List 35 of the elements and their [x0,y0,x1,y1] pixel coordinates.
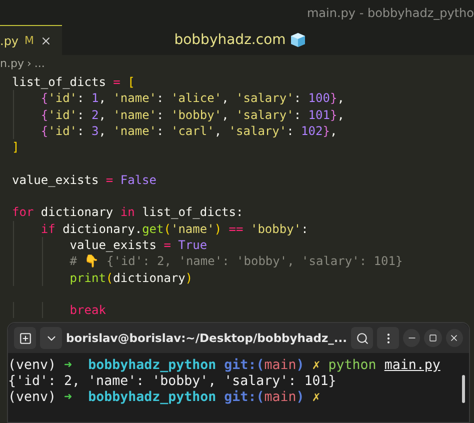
close-icon [449,333,460,343]
search-button[interactable] [351,327,374,349]
code-line: # 👇 {'id': 2, 'name': 'bobby', 'salary': 101} [68,253,403,270]
terminal-line: (venv) ➜ bobbyhadz_python git:(main) ✗ [8,390,320,405]
site-name-label: bobbyhadz.com [174,32,286,48]
breadcrumb-separator: › [26,57,32,70]
scrollbar-thumb[interactable] [462,375,465,403]
dropdown-button[interactable] [40,327,62,349]
code-line: if dictionary.get('name') == 'bobby': [40,220,308,237]
code-line: ] [12,139,20,156]
close-icon[interactable] [40,34,52,46]
breadcrumb-item[interactable]: ... [34,57,45,70]
window-title: main.py - bobbyhadz_pytho [306,6,474,20]
code-line: break [68,302,106,318]
editor-tab[interactable]: .py M [0,25,62,55]
new-tab-button[interactable] [14,327,36,349]
terminal-line: (venv) ➜ bobbyhadz_python git:(main) ✗ python main.py [8,358,440,373]
code-line: {'id': 2, 'name': 'bobby', 'salary': 101}, [40,106,344,123]
close-button[interactable] [446,329,463,347]
maximize-icon [429,334,437,342]
terminal-line: {'id': 2, 'name': 'bobby', 'salary': 101} [8,374,336,389]
ice-cube-icon [290,32,306,48]
search-icon [356,332,369,344]
code-line: list_of_dicts = [ [12,74,135,90]
plus-square-icon [18,332,32,344]
code-line: value_exists = False [12,172,156,188]
code-line: for dictionary in list_of_dicts: [12,204,244,221]
maximize-button[interactable] [424,329,442,347]
menu-button[interactable] [377,327,400,349]
code-line: print(dictionary) [68,270,193,286]
code-line: value_exists = True [68,236,208,254]
terminal-title: borislav@borislav:~/Desktop/bobbyhadz_... [66,331,348,345]
code-line: {'id': 3, 'name': 'carl', 'salary': 102}, [40,122,338,140]
code-line: {'id': 1, 'name': 'alice', 'salary': 100}, [40,90,344,107]
breadcrumb-item[interactable]: n.py [0,57,24,70]
